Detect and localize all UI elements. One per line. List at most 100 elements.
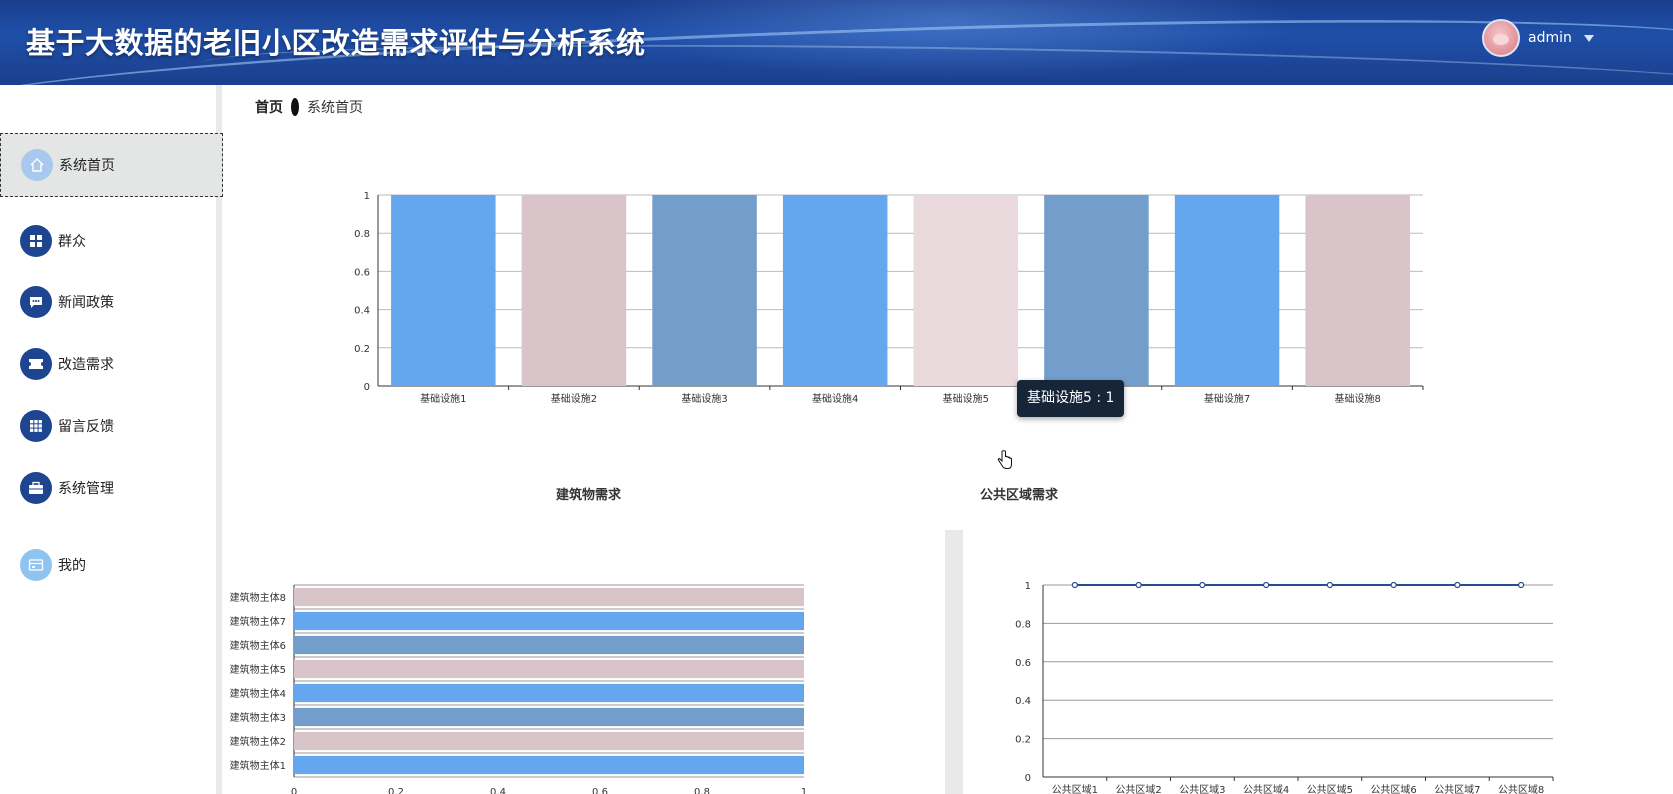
breadcrumb-home[interactable]: 首页 <box>255 97 283 117</box>
x-tick-label: 公共区域2 <box>1115 783 1161 794</box>
data-point[interactable] <box>1518 581 1525 589</box>
x-tick-label: 公共区域8 <box>1498 783 1544 794</box>
main-content: 首页 系统首页 0 0.2 0.4 0.6 0.8 1 基础设施1 基础设施2 基础设施3 基础设… <box>228 85 1673 794</box>
bar[interactable] <box>294 659 804 679</box>
chart-title: 公共区域需求 <box>980 488 1059 503</box>
y-tick-label: 建筑物主体6 <box>230 639 286 652</box>
x-tick-label: 0.4 <box>490 787 506 794</box>
x-tick-label: 公共区域6 <box>1370 783 1416 794</box>
bar[interactable] <box>1305 195 1410 386</box>
sidebar-item-system-management[interactable]: 系统管理 <box>0 463 216 513</box>
data-point[interactable] <box>1454 581 1461 589</box>
card-icon <box>20 549 52 581</box>
x-tick-label: 基础设施3 <box>681 392 727 405</box>
y-tick-label: 0.8 <box>1015 619 1031 630</box>
message-icon <box>20 286 52 318</box>
x-tick-label: 0.6 <box>592 787 608 794</box>
y-tick-label: 建筑物主体8 <box>230 591 286 604</box>
x-tick-label: 1 <box>801 787 807 794</box>
x-tick-label: 0.8 <box>694 787 710 794</box>
bar[interactable] <box>521 195 627 386</box>
bar[interactable] <box>913 195 1019 386</box>
sidebar-item-renovation-demand[interactable]: 改造需求 <box>0 339 216 389</box>
ticket-icon <box>20 348 52 380</box>
y-tick-label: 0 <box>1025 773 1031 784</box>
y-tick-label: 0.2 <box>354 344 370 355</box>
sidebar-item-news-policy[interactable]: 新闻政策 <box>0 277 216 327</box>
table-icon <box>20 410 52 442</box>
x-tick-label: 公共区域3 <box>1179 783 1225 794</box>
caret-down-icon[interactable] <box>1583 34 1594 42</box>
y-tick-label: 0.6 <box>354 267 370 278</box>
y-tick-label: 建筑物主体2 <box>230 735 286 748</box>
data-point[interactable] <box>1135 581 1142 589</box>
y-tick-label: 0.4 <box>1015 696 1031 707</box>
y-tick-label: 0.2 <box>1015 735 1031 746</box>
breadcrumb: 首页 系统首页 <box>255 97 363 117</box>
y-tick-label: 建筑物主体1 <box>230 759 286 772</box>
sidebar-item-masses[interactable]: 群众 <box>0 216 216 266</box>
username[interactable]: admin <box>1528 30 1572 46</box>
briefcase-icon <box>20 472 52 504</box>
breadcrumb-bar: 首页 系统首页 <box>228 85 1673 129</box>
y-tick-label: 1 <box>364 191 370 202</box>
y-tick-label: 0.8 <box>354 229 370 240</box>
y-tick-label: 0.6 <box>1015 658 1031 669</box>
data-point[interactable] <box>1263 581 1270 589</box>
sidebar: 系统首页 群众 新闻政策 改造需求 留言反馈 系统管理 我的 <box>0 85 223 794</box>
public-area-line-chart[interactable]: 0 0.2 0.4 0.6 0.8 1 公共区域1 公共区域2 公共区域3 公共区域4 公共区域5 公… <box>963 464 1673 794</box>
data-point[interactable] <box>1071 581 1078 589</box>
x-tick-label: 0 <box>291 787 297 794</box>
bar[interactable] <box>1044 195 1149 386</box>
sidebar-item-mine[interactable]: 我的 <box>0 540 216 590</box>
data-point[interactable] <box>1199 581 1206 589</box>
data-point[interactable] <box>1390 581 1397 589</box>
bar[interactable] <box>294 755 804 775</box>
sidebar-item-label: 新闻政策 <box>58 295 114 311</box>
sidebar-item-home[interactable]: 系统首页 <box>0 133 223 197</box>
y-tick-label: 0.4 <box>354 306 370 317</box>
bar[interactable] <box>1174 195 1280 386</box>
breadcrumb-separator-icon <box>291 98 299 116</box>
x-tick-label: 公共区域5 <box>1307 783 1353 794</box>
bar[interactable] <box>294 611 804 631</box>
y-tick-label: 0 <box>364 382 370 393</box>
sidebar-item-label: 系统管理 <box>58 481 114 497</box>
building-demand-card: 建筑物需求 0 0.2 0.4 0.6 0.8 1 建筑物主体1 建筑物主体2 建筑物主体3 建筑… <box>228 464 945 794</box>
bar[interactable] <box>294 707 804 727</box>
bar[interactable] <box>294 587 804 607</box>
chart-tooltip: 基础设施5 : 1 <box>1017 380 1125 417</box>
sidebar-item-feedback[interactable]: 留言反馈 <box>0 401 216 451</box>
x-tick-label: 基础设施1 <box>420 392 466 405</box>
bar[interactable] <box>782 195 888 386</box>
home-icon <box>21 149 53 181</box>
x-tick-label: 公共区域7 <box>1434 783 1480 794</box>
x-tick-label: 基础设施7 <box>1204 392 1250 405</box>
building-demand-bar-chart[interactable]: 0 0.2 0.4 0.6 0.8 1 建筑物主体1 建筑物主体2 建筑物主体3 建筑物主体4 建筑… <box>228 464 945 794</box>
bar[interactable] <box>391 195 496 386</box>
public-area-demand-card: 公共区域需求 0 0.2 0.4 0.6 0.8 1 公共区域1 公共区域2 公共区域3 公共区域… <box>963 464 1673 794</box>
app-header: 基于大数据的老旧小区改造需求评估与分析系统 admin <box>0 0 1673 85</box>
app-title: 基于大数据的老旧小区改造需求评估与分析系统 <box>26 26 646 60</box>
sidebar-item-label: 我的 <box>58 558 86 574</box>
bar[interactable] <box>294 731 804 751</box>
x-tick-label: 基础设施8 <box>1335 392 1381 405</box>
x-tick-label: 基础设施4 <box>812 392 858 405</box>
user-avatar-icon[interactable] <box>1482 19 1520 57</box>
x-tick-label: 0.2 <box>388 787 404 794</box>
bar[interactable] <box>294 683 804 703</box>
sidebar-item-label: 改造需求 <box>58 357 114 373</box>
y-tick-label: 建筑物主体7 <box>230 615 286 628</box>
y-tick-label: 1 <box>1025 581 1031 592</box>
user-menu[interactable]: admin <box>1482 19 1594 57</box>
chart-title: 建筑物需求 <box>556 488 622 503</box>
bar[interactable] <box>652 195 757 386</box>
sidebar-item-label: 留言反馈 <box>58 419 114 435</box>
sidebar-item-label: 系统首页 <box>59 158 115 174</box>
data-point[interactable] <box>1326 581 1333 589</box>
hand-cursor-icon <box>997 450 1012 469</box>
bar[interactable] <box>294 635 804 655</box>
y-tick-label: 建筑物主体5 <box>230 663 286 676</box>
breadcrumb-current: 系统首页 <box>307 100 363 116</box>
y-tick-label: 建筑物主体3 <box>230 711 286 724</box>
